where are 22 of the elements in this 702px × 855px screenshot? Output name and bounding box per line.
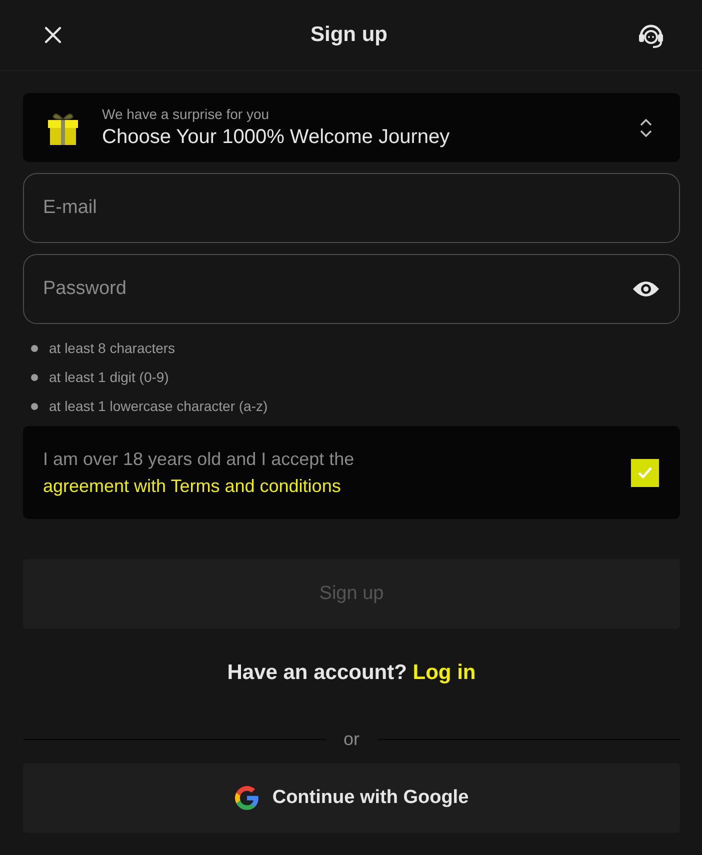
- password-rule: at least 1 lowercase character (a-z): [49, 398, 268, 414]
- promo-title: Choose Your 1000% Welcome Journey: [102, 126, 451, 149]
- google-button[interactable]: Continue with Google: [23, 763, 680, 833]
- login-link[interactable]: Log in: [412, 661, 476, 684]
- checkmark-icon: [637, 466, 653, 480]
- close-icon: [44, 26, 62, 44]
- password-rule: at least 8 characters: [49, 340, 176, 356]
- google-icon: [234, 785, 260, 811]
- dialog-title: Sign up: [310, 23, 388, 47]
- password-field[interactable]: Password: [23, 254, 680, 324]
- chevron-updown-icon: [639, 116, 653, 138]
- terms-link[interactable]: agreement with Terms and conditions: [43, 476, 341, 496]
- email-field[interactable]: E-mail: [23, 173, 680, 243]
- login-prompt: Have an account? Log in: [226, 661, 477, 685]
- bonus-selector[interactable]: We have a surprise for you Choose Your 1000% Welcome Journey: [23, 93, 680, 162]
- agreement-checkbox[interactable]: [631, 458, 659, 486]
- close-button[interactable]: [42, 24, 64, 46]
- eye-icon[interactable]: [632, 280, 660, 298]
- password-rule: at least 1 digit (0-9): [49, 369, 169, 385]
- divider-label: or: [344, 729, 360, 750]
- agreement-text: I am over 18 years old and I accept the agreement with Terms and conditions: [43, 448, 356, 498]
- promo-caption: We have a surprise for you: [102, 106, 270, 122]
